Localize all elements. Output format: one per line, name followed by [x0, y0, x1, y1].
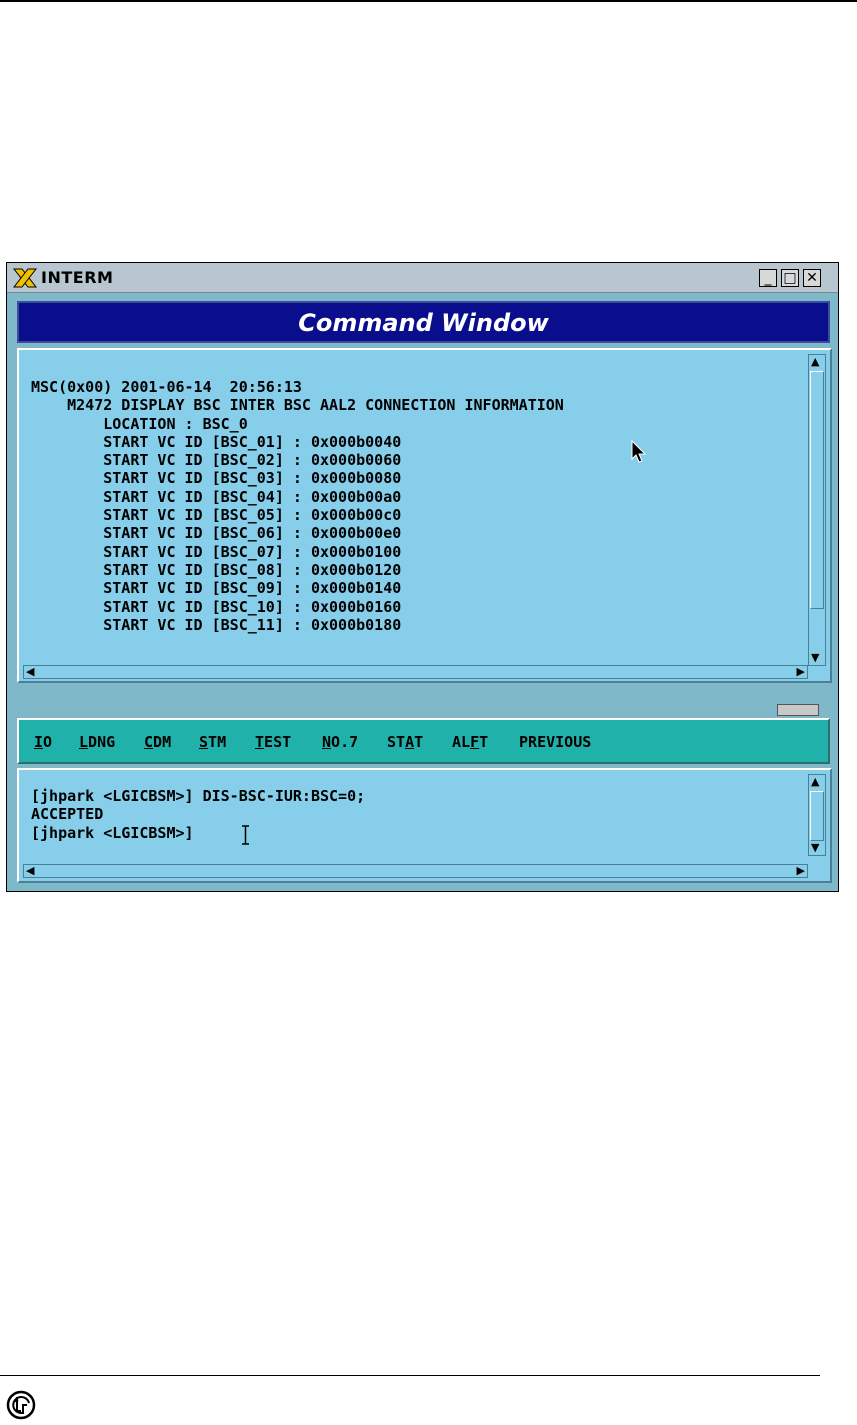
menu-item-no7[interactable]: NO.7 — [322, 733, 358, 751]
menu-item-char: S — [582, 733, 592, 751]
menu-item-char: S — [273, 733, 283, 751]
menu-item-char: T — [255, 733, 265, 751]
menu-item-char: N — [97, 733, 107, 751]
scroll-left-arrow-icon[interactable]: ◀ — [26, 666, 34, 678]
menu-item-char: I — [34, 733, 44, 751]
minimize-button[interactable]: _ — [759, 269, 777, 287]
maximize-button[interactable]: □ — [781, 269, 799, 287]
output-horizontal-scrollbar[interactable]: ◀ ▶ — [23, 665, 808, 679]
input-line: ACCEPTED — [31, 805, 104, 824]
menu-item-char: V — [546, 733, 556, 751]
close-icon: ✕ — [806, 270, 818, 286]
text-cursor-icon — [242, 825, 249, 845]
minimize-icon: _ — [764, 270, 772, 286]
menu-item-char: T — [396, 733, 406, 751]
menu-item-char: U — [573, 733, 583, 751]
menu-item-ldng[interactable]: LDNG — [79, 733, 115, 751]
pane-resize-sash[interactable] — [777, 704, 819, 716]
output-line: LOCATION : BSC_0 — [31, 414, 248, 433]
output-line: M2472 DISPLAY BSC INTER BSC AAL2 CONNECT… — [31, 396, 564, 415]
lg-logo-icon — [6, 1390, 36, 1420]
menu-item-char: T — [479, 733, 489, 751]
output-line: START VC ID [BSC_07] : 0x000b0100 — [31, 542, 402, 561]
menu-item-char: A — [452, 733, 462, 751]
menu-item-char: M — [162, 733, 172, 751]
title-bar[interactable]: INTERM _ □ ✕ — [7, 263, 838, 293]
menu-item-char: N — [322, 733, 332, 751]
command-window-title: Command Window — [298, 309, 549, 337]
menu-item-char: D — [153, 733, 163, 751]
scroll-up-arrow-icon[interactable]: ▲ — [811, 356, 819, 368]
close-button[interactable]: ✕ — [803, 269, 821, 287]
menu-item-char: L — [461, 733, 471, 751]
output-vertical-scroll-thumb[interactable] — [810, 371, 824, 609]
output-line: START VC ID [BSC_02] : 0x000b0060 — [31, 451, 402, 470]
menu-item-char: . — [340, 733, 350, 751]
menu-item-char: E — [537, 733, 547, 751]
menu-item-char: T — [282, 733, 292, 751]
menu-item-test[interactable]: TEST — [255, 733, 291, 751]
menu-item-char: F — [470, 733, 480, 751]
command-input-pane[interactable]: [jhpark <LGICBSM>] DIS-BSC-IUR:BSC=0; AC… — [17, 768, 832, 883]
input-vertical-scrollbar[interactable]: ▲ ▼ — [808, 774, 826, 856]
output-line: MSC(0x00) 2001-06-14 20:56:13 — [31, 378, 302, 396]
scroll-up-arrow-icon[interactable]: ▲ — [811, 776, 819, 788]
menu-item-char: S — [387, 733, 397, 751]
output-line: START VC ID [BSC_11] : 0x000b0180 — [31, 615, 402, 634]
x-window-icon — [12, 268, 38, 288]
output-text: MSC(0x00) 2001-06-14 20:56:13 M2472 DISP… — [31, 378, 564, 634]
input-line: [jhpark <LGICBSM>] DIS-BSC-IUR:BSC=0; — [31, 787, 366, 805]
maximize-icon: □ — [783, 270, 797, 286]
menu-item-char: R — [528, 733, 538, 751]
output-line: START VC ID [BSC_08] : 0x000b0120 — [31, 560, 402, 579]
menu-item-char: O — [43, 733, 53, 751]
interm-window[interactable]: INTERM _ □ ✕ Command Window MSC(0x00) 20… — [6, 262, 839, 892]
menu-item-char: E — [264, 733, 274, 751]
menu-item-char: O — [331, 733, 341, 751]
menu-item-char: S — [199, 733, 209, 751]
page-top-rule — [0, 0, 857, 2]
scroll-down-arrow-icon[interactable]: ▼ — [811, 652, 819, 664]
scroll-down-arrow-icon[interactable]: ▼ — [811, 842, 819, 854]
command-menu-bar: IO LDNG CDM STM TEST NO.7 STAT ALFT PREV… — [17, 718, 830, 764]
input-horizontal-scrollbar[interactable]: ◀ ▶ — [23, 864, 808, 878]
scroll-right-arrow-icon[interactable]: ▶ — [797, 865, 805, 877]
menu-item-char: D — [88, 733, 98, 751]
output-pane[interactable]: MSC(0x00) 2001-06-14 20:56:13 M2472 DISP… — [17, 348, 832, 683]
output-vertical-scrollbar[interactable]: ▲ ▼ — [808, 354, 826, 666]
command-input-text[interactable]: [jhpark <LGICBSM>] DIS-BSC-IUR:BSC=0; AC… — [31, 787, 365, 842]
window-title: INTERM — [41, 268, 114, 287]
menu-item-char: P — [519, 733, 529, 751]
menu-item-char: G — [106, 733, 116, 751]
output-line: START VC ID [BSC_06] : 0x000b00e0 — [31, 524, 402, 543]
menu-item-alft[interactable]: ALFT — [452, 733, 488, 751]
menu-item-char: I — [555, 733, 565, 751]
menu-item-char: M — [217, 733, 227, 751]
scroll-right-arrow-icon[interactable]: ▶ — [797, 666, 805, 678]
page-bottom-rule — [0, 1375, 820, 1376]
input-vertical-scroll-thumb[interactable] — [810, 791, 824, 841]
menu-item-char: C — [144, 733, 154, 751]
menu-item-stm[interactable]: STM — [199, 733, 226, 751]
input-line: [jhpark <LGICBSM>] — [31, 823, 194, 842]
output-line: START VC ID [BSC_09] : 0x000b0140 — [31, 579, 402, 598]
menu-item-cdm[interactable]: CDM — [144, 733, 171, 751]
command-window-header: Command Window — [17, 301, 830, 343]
menu-item-char: O — [564, 733, 574, 751]
mouse-pointer-icon — [631, 440, 647, 463]
output-line: START VC ID [BSC_04] : 0x000b00a0 — [31, 487, 402, 506]
menu-item-char: A — [405, 733, 415, 751]
scroll-left-arrow-icon[interactable]: ◀ — [26, 865, 34, 877]
output-line: START VC ID [BSC_10] : 0x000b0160 — [31, 597, 402, 616]
menu-item-char: 7 — [349, 733, 359, 751]
menu-item-char: T — [208, 733, 218, 751]
output-line: START VC ID [BSC_01] : 0x000b0040 — [31, 432, 402, 451]
menu-item-previous[interactable]: PREVIOUS — [519, 733, 591, 751]
menu-item-char: T — [414, 733, 424, 751]
menu-item-stat[interactable]: STAT — [387, 733, 423, 751]
output-line: START VC ID [BSC_03] : 0x000b0080 — [31, 469, 402, 488]
menu-item-io[interactable]: IO — [34, 733, 52, 751]
output-line: START VC ID [BSC_05] : 0x000b00c0 — [31, 506, 402, 525]
menu-item-char: L — [79, 733, 89, 751]
